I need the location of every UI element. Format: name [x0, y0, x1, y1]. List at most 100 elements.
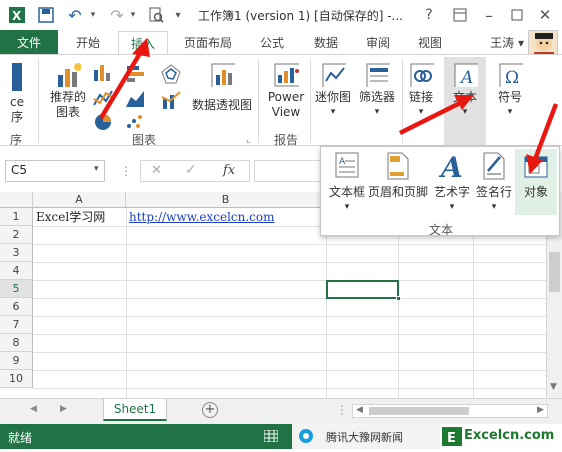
scatter-chart-icon[interactable]: [124, 111, 146, 133]
scroll-thumb[interactable]: [549, 252, 560, 292]
charts-dialog-launcher-icon[interactable]: ⌞: [246, 135, 250, 145]
tab-insert[interactable]: 插入: [118, 31, 168, 55]
textbox-button[interactable]: A 文本框 ▾: [325, 151, 369, 215]
ribbon-display-icon[interactable]: [450, 5, 470, 25]
column-chart-icon[interactable]: [92, 61, 114, 83]
symbol-button[interactable]: Ω 符号 ▾: [490, 61, 530, 120]
column-header-b[interactable]: B: [126, 192, 326, 208]
signature-line-dropdown-icon: ▾: [491, 202, 497, 212]
group-separator: [310, 59, 311, 143]
scroll-left-icon[interactable]: ◀: [356, 405, 363, 415]
textbox-label: 文本框: [328, 185, 365, 199]
tab-split-icon[interactable]: ⋮: [336, 403, 348, 417]
title-bar: X ↶ ▾ ↷ ▾ ▾ 工作簿1 (version 1) [自动保存的] -..…: [0, 0, 562, 30]
row-header[interactable]: 4: [0, 262, 33, 280]
more-options-icon[interactable]: ⋮: [120, 164, 132, 178]
sparklines-icon: [322, 63, 346, 87]
pie-chart-icon[interactable]: [92, 111, 114, 133]
sheet-tab-sheet1[interactable]: Sheet1: [103, 399, 167, 421]
tab-page-layout[interactable]: 页面布局: [176, 30, 240, 54]
news-icon: [299, 429, 313, 443]
row-header[interactable]: 10: [0, 370, 33, 388]
horizontal-scrollbar[interactable]: ◀ ▶: [352, 404, 548, 418]
tab-review[interactable]: 审阅: [356, 30, 400, 54]
row-header[interactable]: 2: [0, 226, 33, 244]
save-icon[interactable]: [36, 5, 56, 25]
recommended-charts-button[interactable]: 推荐的 图表: [46, 61, 90, 120]
area-chart-icon[interactable]: [124, 87, 146, 109]
apps-icon: [12, 63, 22, 91]
apps-button[interactable]: ce 序: [2, 63, 32, 125]
minimize-button[interactable]: –: [478, 5, 500, 25]
close-button[interactable]: ✕: [534, 5, 556, 25]
power-view-button[interactable]: Power View: [264, 61, 308, 120]
redo-icon[interactable]: ↷: [106, 5, 128, 25]
fill-handle[interactable]: [396, 296, 401, 301]
normal-view-icon[interactable]: [263, 429, 279, 443]
name-box[interactable]: C5: [5, 160, 105, 182]
tab-file[interactable]: 文件: [0, 30, 58, 54]
add-sheet-icon[interactable]: +: [202, 402, 218, 418]
scroll-down-icon[interactable]: ▼: [550, 382, 557, 392]
row-header[interactable]: 7: [0, 316, 33, 334]
enter-icon[interactable]: ✓: [185, 162, 197, 178]
bar-chart-icon[interactable]: [124, 63, 146, 85]
news-popup[interactable]: 腾讯大豫网新闻: [292, 424, 442, 449]
scroll-right-icon[interactable]: ▶: [537, 405, 544, 415]
combo-chart-icon[interactable]: [160, 89, 182, 111]
wordart-button[interactable]: A 艺术字 ▾: [431, 151, 473, 215]
tab-view[interactable]: 视图: [408, 30, 452, 54]
row-header[interactable]: 5: [0, 280, 33, 298]
header-footer-button[interactable]: 页眉和页脚: [367, 151, 429, 200]
row-header[interactable]: 1: [0, 208, 33, 226]
tab-home[interactable]: 开始: [66, 30, 110, 54]
redo-dropdown-icon[interactable]: ▾: [128, 5, 138, 25]
tab-data[interactable]: 数据: [304, 30, 348, 54]
link-label: 链接: [408, 90, 433, 104]
radar-chart-icon[interactable]: [160, 63, 182, 85]
grid-line: [326, 208, 327, 398]
row-header[interactable]: 6: [0, 298, 33, 316]
news-label: 腾讯大豫网新闻: [326, 431, 403, 444]
prev-sheet-icon[interactable]: ◀: [30, 404, 37, 414]
svg-text:A: A: [339, 157, 346, 167]
apps-label-2: 序: [10, 110, 23, 124]
column-header-a[interactable]: A: [33, 192, 126, 208]
active-cell-c5[interactable]: [326, 280, 399, 299]
slicer-button[interactable]: 筛选器 ▾: [354, 61, 400, 120]
row-header[interactable]: 3: [0, 244, 33, 262]
line-chart-icon[interactable]: [92, 87, 114, 109]
text-group-label: 文本: [429, 223, 454, 237]
customize-qat-icon[interactable]: ▾: [170, 5, 186, 25]
grid-line: [33, 352, 546, 353]
select-all-corner[interactable]: [0, 192, 33, 208]
user-name[interactable]: 王涛 ▾: [490, 34, 524, 51]
undo-dropdown-icon[interactable]: ▾: [88, 5, 98, 25]
insert-function-icon[interactable]: fx: [223, 163, 235, 178]
object-button[interactable]: 对象: [515, 149, 557, 215]
link-button[interactable]: 链接 ▾: [404, 61, 438, 120]
undo-icon[interactable]: ↶: [64, 5, 86, 25]
help-button[interactable]: ?: [420, 5, 438, 25]
horizontal-scroll-thumb[interactable]: [369, 407, 469, 415]
next-sheet-icon[interactable]: ▶: [60, 404, 67, 414]
cell-a1[interactable]: Excel学习网: [36, 208, 105, 226]
signature-line-button[interactable]: 签名行 ▾: [473, 151, 515, 215]
cell-b1-hyperlink[interactable]: http://www.excelcn.com: [129, 208, 275, 226]
name-box-dropdown-icon[interactable]: ▾: [94, 164, 99, 174]
slicer-label: 筛选器: [358, 90, 395, 104]
tab-formulas[interactable]: 公式: [250, 30, 294, 54]
row-header[interactable]: 9: [0, 352, 33, 370]
maximize-button[interactable]: [506, 5, 528, 25]
grid-line: [33, 334, 546, 335]
row-header[interactable]: 8: [0, 334, 33, 352]
apps-group-label: 序: [10, 133, 23, 147]
excel-app-icon[interactable]: X: [6, 5, 28, 25]
power-view-label-1: Power: [267, 90, 305, 104]
sparklines-button[interactable]: 迷你图 ▾: [312, 61, 354, 120]
print-preview-icon[interactable]: [146, 5, 166, 25]
slicer-dropdown-icon: ▾: [374, 107, 380, 117]
pivot-chart-button[interactable]: 数据透视图: [190, 61, 254, 113]
cancel-icon[interactable]: ✕: [151, 163, 162, 178]
text-button[interactable]: A 文本 ▾: [444, 57, 486, 145]
